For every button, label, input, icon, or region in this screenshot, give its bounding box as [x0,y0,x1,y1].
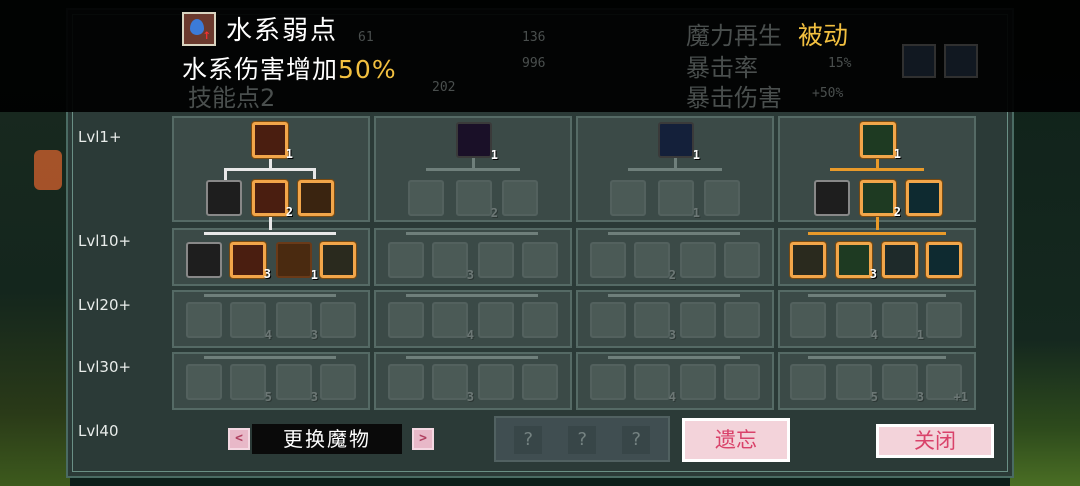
locked-skill-node [680,242,716,278]
stat-ghost: 136 [522,30,546,45]
locked-skill-node [724,242,760,278]
locked-skill-node [926,302,962,338]
stat-ghost: 996 [522,56,546,71]
locked-skill-node: 2 [456,180,498,220]
locked-skill-node: 5 [836,364,878,404]
armor-skill-node[interactable] [814,180,850,216]
locked-skill-node: 4 [634,364,676,404]
locked-skill-node: 3 [882,364,924,404]
armor-skill-node[interactable] [790,242,826,278]
locked-skill-node: 5 [230,364,272,404]
locked-skill-node [388,302,424,338]
fire-skill-node[interactable]: 2 [252,180,293,219]
equipment-icon [902,44,936,78]
level-label-10: Lvl10+ [78,232,132,250]
locked-skill-node [522,302,558,338]
locked-skill-node: 1 [882,302,924,342]
locked-skill-node: 4 [230,302,272,342]
locked-skill-node: 3 [432,364,474,404]
level-label-40: Lvl40 [78,422,119,440]
locked-skill-node [320,302,356,338]
locked-skill-node [320,364,356,400]
level-label-1: Lvl1+ [78,128,122,146]
locked-skill-node [704,180,740,216]
equipment-icon [944,44,978,78]
locked-skill-node [724,302,760,338]
tooltip-title: 水系弱点 [226,16,339,46]
locked-skill-node [680,302,716,338]
monster-slot[interactable]: ? [514,426,542,454]
locked-skill-node [724,364,760,400]
monster-slot[interactable]: ? [568,426,596,454]
locked-skill-node: 1 [658,180,700,220]
locked-skill-node: 3 [634,302,676,342]
locked-skill-node [408,180,444,216]
green-shield-skill-node[interactable]: 2 [860,180,901,219]
claw-skill-node[interactable] [206,180,242,216]
mana-regen-ghost: 魔力再生 [686,22,782,50]
locked-skill-node [610,180,646,216]
locked-skill-node: 2 [634,242,676,282]
vortex-skill-node[interactable] [906,180,942,216]
level-label-30: Lvl30+ [78,358,132,376]
dash-skill-node[interactable] [882,242,918,278]
swap-monster-label: 更换魔物 [252,424,402,454]
stat-ghost: 61 [358,30,374,45]
locked-skill-node [590,302,626,338]
green-shield-skill-node[interactable]: 3 [836,242,877,281]
locked-skill-node [478,242,514,278]
locked-skill-node: 3 [432,242,474,282]
water-weakness-icon: ↑ [182,12,216,46]
flame-icon[interactable] [298,180,334,216]
stat-ghost: 202 [432,80,456,95]
locked-skill-node: 3 [276,364,318,404]
monster-slot[interactable]: ? [622,426,650,454]
fire-slash-skill-node[interactable]: 1 [276,242,318,282]
claw-skill-node[interactable] [186,242,222,278]
armor-skill-node[interactable] [320,242,356,278]
prev-monster-button[interactable]: < [228,428,250,450]
locked-skill-node [590,242,626,278]
level-label-20: Lvl20+ [78,296,132,314]
next-monster-button[interactable]: > [412,428,434,450]
fire-skill-node[interactable]: 3 [230,242,271,281]
locked-skill-node [790,302,826,338]
locked-skill-node [388,364,424,400]
skill-tooltip: 61 136 996 202 技能点2 魔力再生 暴击率 15% 暴击伤害 +5… [0,0,1080,112]
locked-skill-node [522,364,558,400]
shadow-claw-skill-node[interactable]: 1 [456,122,498,162]
close-button[interactable]: 关闭 [876,424,994,458]
monster-slots: ? ? ? [494,416,670,462]
player-character [34,150,62,190]
locked-skill-node [590,364,626,400]
locked-skill-node [186,364,222,400]
tooltip-description: 水系伤害增加50% [182,55,397,84]
locked-skill-node [790,364,826,400]
shield-skill-node[interactable]: 1 [658,122,700,162]
forget-button[interactable]: 遗忘 [682,418,790,462]
green-shield-skill-node[interactable]: 1 [860,122,901,161]
crit-dmg-ghost: 暴击伤害 [686,84,782,112]
vortex-skill-node[interactable] [926,242,962,278]
locked-skill-node [478,364,514,400]
locked-skill-node [502,180,538,216]
crit-dmg-value-ghost: +50% [812,86,844,101]
locked-skill-node: +1 [926,364,968,404]
locked-skill-node [186,302,222,338]
locked-skill-node: 4 [432,302,474,342]
locked-skill-node [680,364,716,400]
locked-skill-node: 3 [276,302,318,342]
locked-skill-node [388,242,424,278]
locked-skill-node [478,302,514,338]
locked-skill-node: 4 [836,302,878,342]
fire-skill-node[interactable]: 1 [252,122,293,161]
locked-skill-node [522,242,558,278]
passive-tag: 被动 [798,21,849,50]
crit-rate-value-ghost: 15% [828,56,852,71]
